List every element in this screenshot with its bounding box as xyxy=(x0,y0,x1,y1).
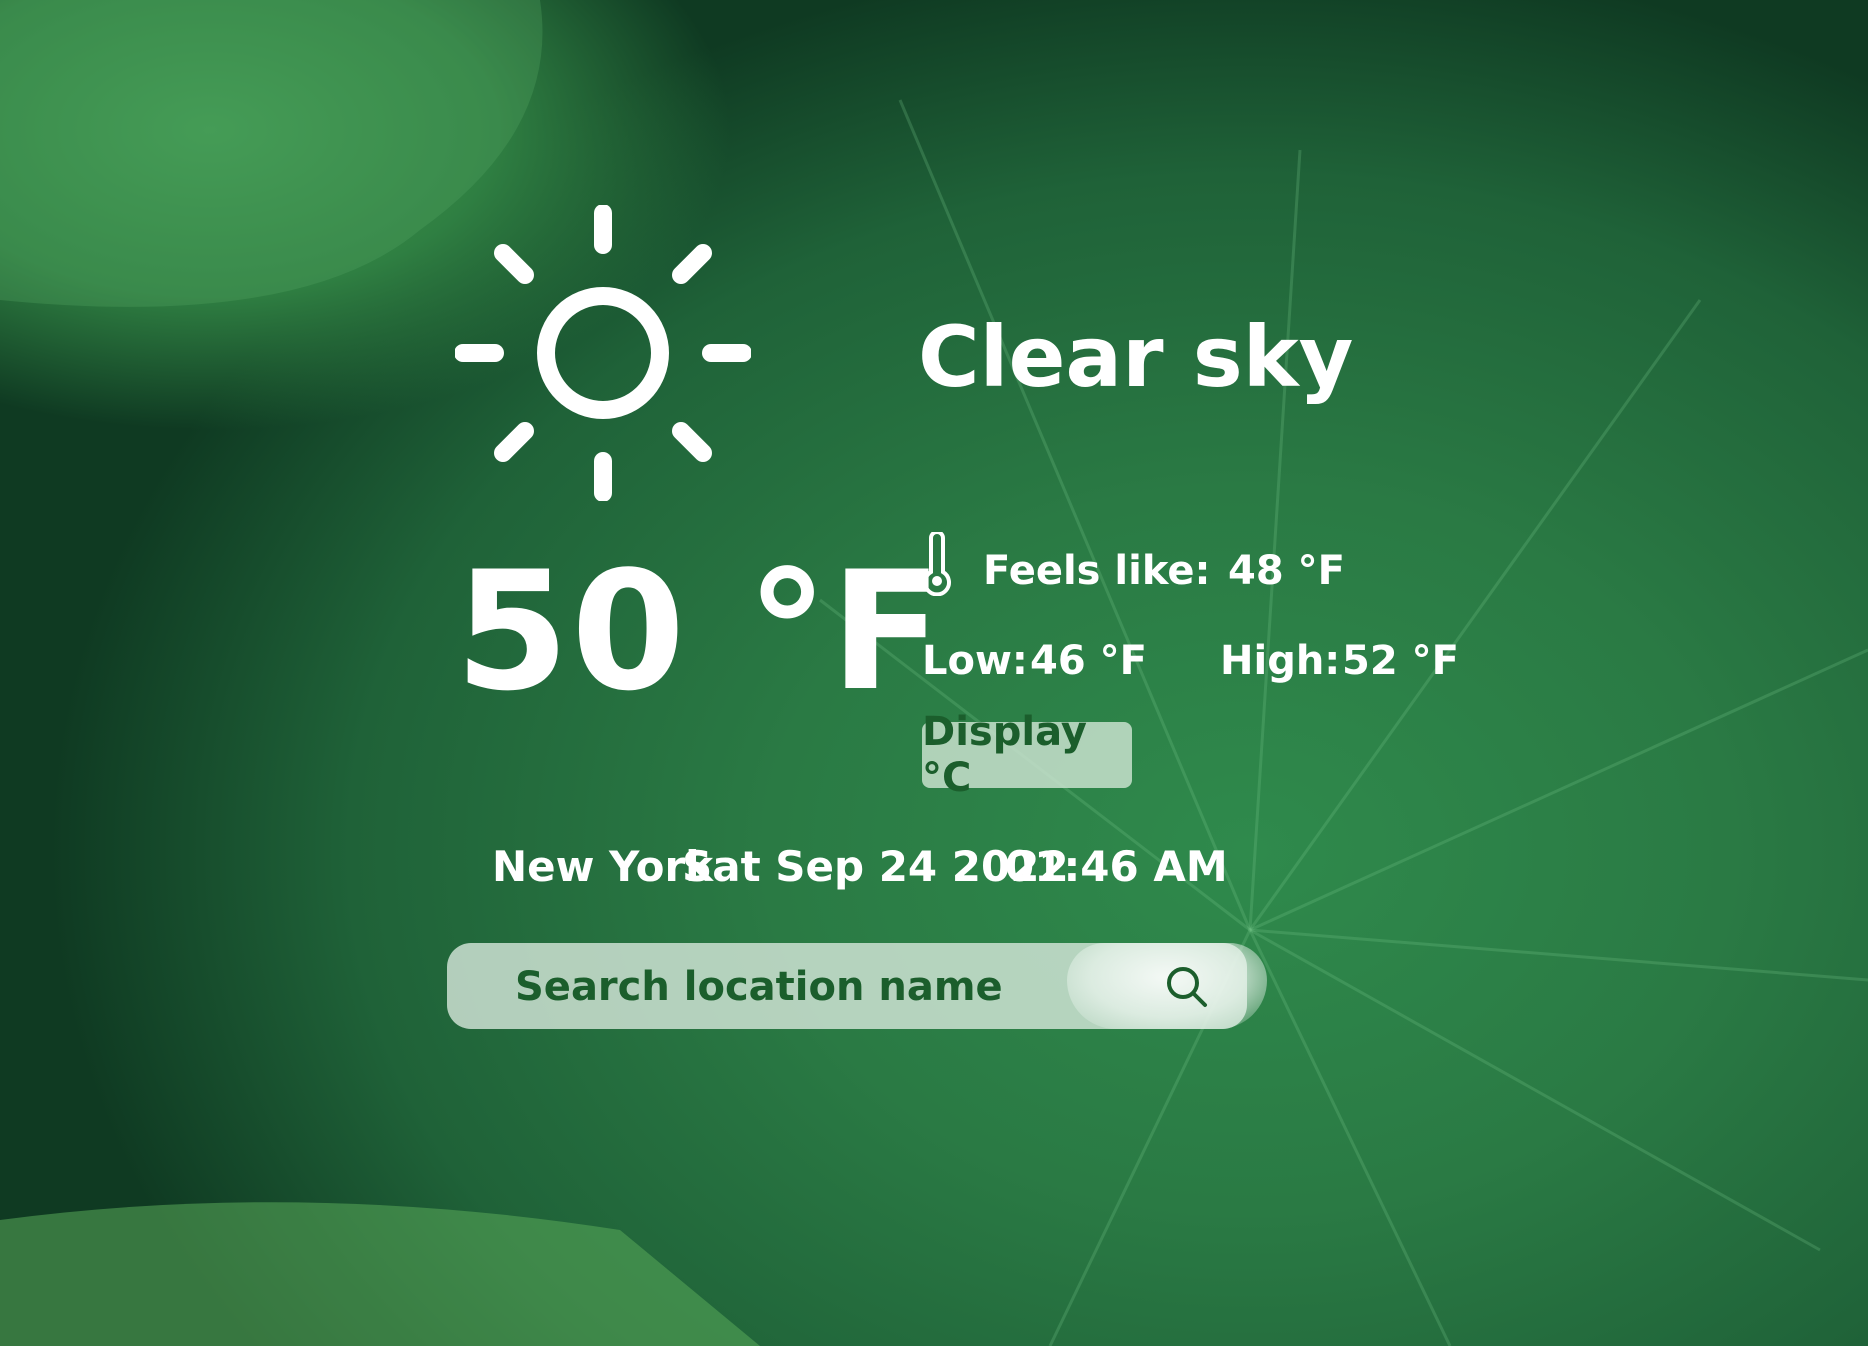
low-value: 46 °F xyxy=(1030,638,1147,684)
high-label: High: xyxy=(1220,638,1341,684)
sun-icon xyxy=(455,205,751,501)
city-name: New York xyxy=(492,842,714,891)
search-icon[interactable] xyxy=(1159,959,1215,1015)
feels-like-value: 48 °F xyxy=(1228,548,1345,594)
high-value: 52 °F xyxy=(1342,638,1459,684)
current-temperature: 50 °F xyxy=(455,536,945,727)
current-time: 01:46 AM xyxy=(1005,842,1228,891)
low-label: Low: xyxy=(922,638,1028,684)
weather-condition: Clear sky xyxy=(918,308,1354,406)
search-bar xyxy=(447,943,1267,1031)
feels-like-label: Feels like: xyxy=(983,548,1211,594)
search-input[interactable] xyxy=(513,943,1117,1031)
thermometer-icon xyxy=(923,532,951,596)
display-celsius-button[interactable]: Display °C xyxy=(922,709,1132,801)
